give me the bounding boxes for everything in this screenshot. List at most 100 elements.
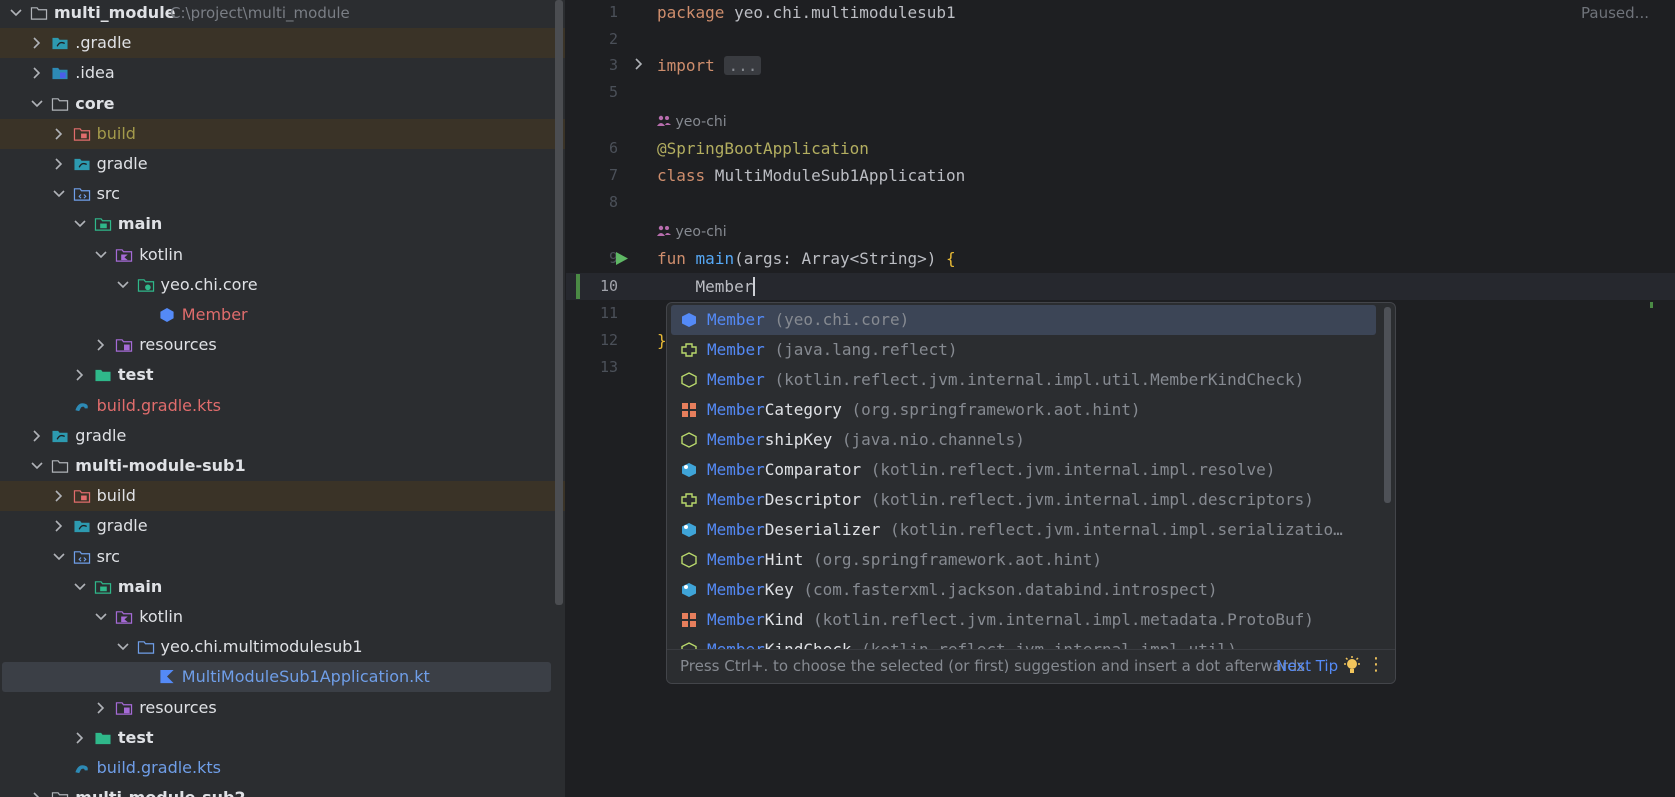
- chevron-right-icon[interactable]: [30, 791, 44, 797]
- completion-item[interactable]: Member (yeo.chi.core): [671, 305, 1376, 335]
- chevron-right-icon[interactable]: [30, 66, 44, 80]
- chevron-right-icon[interactable]: [52, 127, 66, 141]
- chevron-down-icon[interactable]: [94, 610, 108, 624]
- tree-item[interactable]: resources: [0, 693, 565, 723]
- completion-item-text: MemberHint (org.springframework.aot.hint…: [707, 545, 1102, 575]
- chevron-down-icon[interactable]: [73, 580, 87, 594]
- tree-item-label: multi-module-sub1: [75, 456, 246, 475]
- tree-item[interactable]: yeo.chi.core: [0, 270, 565, 300]
- tree-item[interactable]: build.gradle.kts: [0, 391, 565, 421]
- chevron-down-icon[interactable]: [30, 459, 44, 473]
- tree-item[interactable]: gradle: [0, 511, 565, 541]
- chevron-down-icon[interactable]: [30, 97, 44, 111]
- tree-item[interactable]: core: [0, 89, 565, 119]
- package-name: yeo.chi.multimodulesub1: [724, 3, 956, 22]
- completion-item-text: MemberDeserializer (kotlin.reflect.jvm.i…: [707, 515, 1343, 545]
- module-icon: [30, 7, 48, 20]
- completion-item[interactable]: MemberComparator (kotlin.reflect.jvm.int…: [671, 455, 1376, 485]
- completion-item[interactable]: MemberDeserializer (kotlin.reflect.jvm.i…: [671, 515, 1376, 545]
- chevron-down-icon[interactable]: [116, 278, 130, 292]
- tree-item[interactable]: .idea: [0, 58, 565, 88]
- completion-suffix: Descriptor: [764, 490, 862, 509]
- kotlinfolder-icon: [116, 248, 133, 262]
- completion-item-text: Member (kotlin.reflect.jvm.internal.impl…: [707, 365, 1304, 395]
- tree-item[interactable]: build.gradle.kts: [0, 753, 565, 783]
- completion-item[interactable]: MemberHint (org.springframework.aot.hint…: [671, 545, 1376, 575]
- test-icon: [95, 732, 111, 744]
- chevron-right-icon[interactable]: [30, 429, 44, 443]
- chevron-down-icon[interactable]: [94, 248, 108, 262]
- tree-item[interactable]: main: [0, 209, 565, 239]
- chevron-right-icon[interactable]: [94, 338, 108, 352]
- tree-item[interactable]: gradle: [0, 149, 565, 179]
- fold-expand-icon[interactable]: [634, 58, 644, 70]
- tree-item[interactable]: multi-module-sub1: [0, 451, 565, 481]
- completion-popup[interactable]: Member (yeo.chi.core) Member (java.lang.r…: [666, 302, 1396, 684]
- chevron-down-icon[interactable]: [116, 640, 130, 654]
- completion-package: (org.springframework.aot.hint): [851, 400, 1141, 419]
- keyword: package: [657, 3, 725, 22]
- completion-item[interactable]: MemberDescriptor (kotlin.reflect.jvm.int…: [671, 485, 1376, 515]
- completion-item[interactable]: MemberKind (kotlin.reflect.jvm.internal.…: [671, 605, 1376, 635]
- chevron-right-icon[interactable]: [30, 36, 44, 50]
- chevron-right-icon[interactable]: [73, 731, 87, 745]
- completion-item-text: MemberComparator (kotlin.reflect.jvm.int…: [707, 455, 1275, 485]
- completion-package: (kotlin.reflect.jvm.internal.impl.serial…: [890, 520, 1343, 539]
- tree-item[interactable]: build: [0, 118, 565, 149]
- tree-item[interactable]: resources: [0, 330, 565, 360]
- completion-item[interactable]: Member (java.lang.reflect): [671, 335, 1376, 365]
- tree-item[interactable]: main: [0, 572, 565, 602]
- tree-item[interactable]: MultiModuleSub1Application.kt: [2, 662, 551, 693]
- more-options-icon[interactable]: ⋮: [1367, 654, 1385, 675]
- run-icon[interactable]: [615, 251, 629, 266]
- chevron-down-icon[interactable]: [73, 217, 87, 231]
- line-number: 1: [608, 3, 618, 21]
- gradlefolder-icon: [52, 430, 68, 442]
- completion-item[interactable]: MemberCategory (org.springframework.aot.…: [671, 395, 1376, 425]
- completion-scrollbar[interactable]: [1384, 307, 1391, 503]
- tree-item-label: kotlin: [139, 244, 183, 264]
- users-icon: [657, 115, 671, 126]
- tree-item[interactable]: test: [0, 360, 565, 390]
- abstract-class-icon: [681, 432, 697, 448]
- completion-tip: Press Ctrl+. to choose the selected (or …: [680, 657, 1306, 675]
- tree-item[interactable]: kotlin: [0, 240, 565, 270]
- tree-item[interactable]: gradle: [0, 421, 565, 451]
- tree-item[interactable]: multi-module-sub2: [0, 783, 565, 797]
- tree-item-label: test: [117, 365, 154, 385]
- line-number: 10: [599, 277, 618, 295]
- next-tip-link[interactable]: Next Tip: [1276, 657, 1338, 675]
- tree-item[interactable]: .gradle: [0, 28, 565, 59]
- tree-item[interactable]: build: [0, 481, 565, 512]
- tree-item[interactable]: src: [0, 542, 565, 572]
- tree-scrollbar[interactable]: [555, 0, 563, 605]
- chevron-down-icon[interactable]: [52, 550, 66, 564]
- tree-item[interactable]: Member: [0, 300, 565, 330]
- chevron-down-icon[interactable]: [52, 187, 66, 201]
- tree-item[interactable]: kotlin: [0, 602, 565, 632]
- tree-item[interactable]: yeo.chi.multimodulesub1: [0, 632, 565, 662]
- tree-item[interactable]: test: [0, 723, 565, 753]
- folded-imports[interactable]: ...: [724, 56, 762, 75]
- completion-package: (kotlin.reflect.jvm.internal.impl.metada…: [812, 610, 1314, 629]
- tree-item[interactable]: src: [0, 179, 565, 209]
- chevron-right-icon[interactable]: [73, 368, 87, 382]
- chevron-right-icon[interactable]: [52, 157, 66, 171]
- kfile-icon: [160, 670, 174, 684]
- completion-match: Member: [707, 370, 765, 389]
- class-name: MultiModuleSub1Application: [705, 166, 966, 185]
- completion-item[interactable]: MemberKey (com.fasterxml.jackson.databin…: [671, 575, 1376, 605]
- completion-match: Member: [707, 490, 765, 509]
- completion-item[interactable]: Member (kotlin.reflect.jvm.internal.impl…: [671, 365, 1376, 395]
- chevron-right-icon[interactable]: [94, 701, 108, 715]
- chevron-down-icon[interactable]: [9, 6, 23, 20]
- tree-item-label: src: [96, 546, 120, 566]
- completion-item[interactable]: MembershipKey (java.nio.channels): [671, 425, 1376, 455]
- users-icon: [657, 225, 671, 236]
- tree-root-item[interactable]: multi_module C:\project\multi_module: [0, 0, 565, 28]
- line-number: 5: [608, 83, 618, 101]
- modfolder-icon: [52, 460, 69, 473]
- chevron-right-icon[interactable]: [52, 519, 66, 533]
- chevron-right-icon[interactable]: [52, 489, 66, 503]
- interface-icon: [681, 343, 697, 357]
